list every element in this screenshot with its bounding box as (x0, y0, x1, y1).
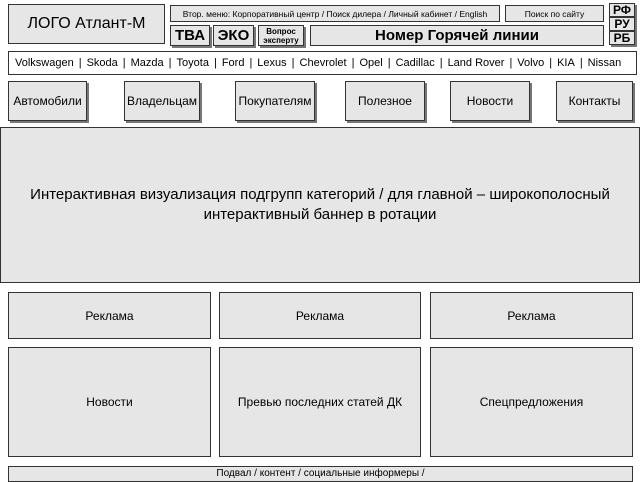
brand-separator: | (387, 57, 391, 69)
brand-separator: | (213, 57, 217, 69)
nav-news-button[interactable]: Новости (450, 81, 530, 121)
ad-block-3[interactable]: Реклама (430, 292, 633, 339)
brand-link-mazda[interactable]: Mazda (131, 57, 164, 69)
brand-separator: | (291, 57, 295, 69)
brand-link-lexus[interactable]: Lexus (257, 57, 286, 69)
lang-rb-button[interactable]: РБ (609, 31, 635, 45)
brand-link-nissan[interactable]: Nissan (588, 57, 622, 69)
brand-separator: | (168, 57, 172, 69)
special-offers-block[interactable]: Спецпредложения (430, 347, 633, 457)
brand-link-land-rover[interactable]: Land Rover (448, 57, 505, 69)
brand-separator: | (439, 57, 443, 69)
brand-separator: | (78, 57, 82, 69)
brand-menu: Volkswagen | Skoda | Mazda | Toyota | Ford | … (8, 51, 637, 75)
ad-block-2[interactable]: Реклама (219, 292, 421, 339)
nav-cars-button[interactable]: Автомобили (8, 81, 87, 121)
site-search-button[interactable]: Поиск по сайту (505, 5, 604, 22)
articles-preview-block[interactable]: Превью последних статей ДК (219, 347, 421, 457)
brand-link-chevrolet[interactable]: Chevrolet (300, 57, 347, 69)
secondary-menu[interactable]: Втор. меню: Корпоративный центр / Поиск … (170, 5, 500, 22)
brand-link-cadillac[interactable]: Cadillac (396, 57, 435, 69)
nav-useful-button[interactable]: Полезное (345, 81, 425, 121)
brand-link-volkswagen[interactable]: Volkswagen (15, 57, 74, 69)
brand-separator: | (549, 57, 553, 69)
brand-link-kia[interactable]: KIA (557, 57, 575, 69)
hotline-number: Номер Горячей линии (310, 25, 604, 46)
eco-button[interactable]: ЭКО (213, 25, 254, 46)
lang-rf-button[interactable]: РФ (609, 3, 635, 17)
nav-contacts-button[interactable]: Контакты (556, 81, 633, 121)
brand-link-opel[interactable]: Opel (359, 57, 382, 69)
brand-link-toyota[interactable]: Toyota (177, 57, 209, 69)
ask-expert-button[interactable]: Вопрос эксперту (258, 25, 304, 46)
footer: Подвал / контент / социальные информеры … (8, 466, 633, 482)
brand-link-volvo[interactable]: Volvo (517, 57, 544, 69)
tba-button[interactable]: ТВА (170, 25, 210, 46)
brand-separator: | (509, 57, 513, 69)
nav-buyers-button[interactable]: Покупателям (235, 81, 315, 121)
brand-separator: | (122, 57, 126, 69)
ask-expert-line-2: эксперту (263, 35, 299, 45)
ask-expert-line-1: Вопрос (266, 26, 296, 36)
brand-link-ford[interactable]: Ford (222, 57, 245, 69)
ad-block-1[interactable]: Реклама (8, 292, 211, 339)
brand-separator: | (249, 57, 253, 69)
brand-link-skoda[interactable]: Skoda (87, 57, 118, 69)
nav-owners-button[interactable]: Владельцам (124, 81, 200, 121)
news-block[interactable]: Новости (8, 347, 211, 457)
interactive-banner[interactable]: Интерактивная визуализация подгрупп кате… (0, 127, 640, 283)
brand-separator: | (579, 57, 583, 69)
logo[interactable]: ЛОГО Атлант-М (8, 4, 165, 44)
brand-separator: | (351, 57, 355, 69)
lang-ru-button[interactable]: РУ (609, 17, 635, 31)
